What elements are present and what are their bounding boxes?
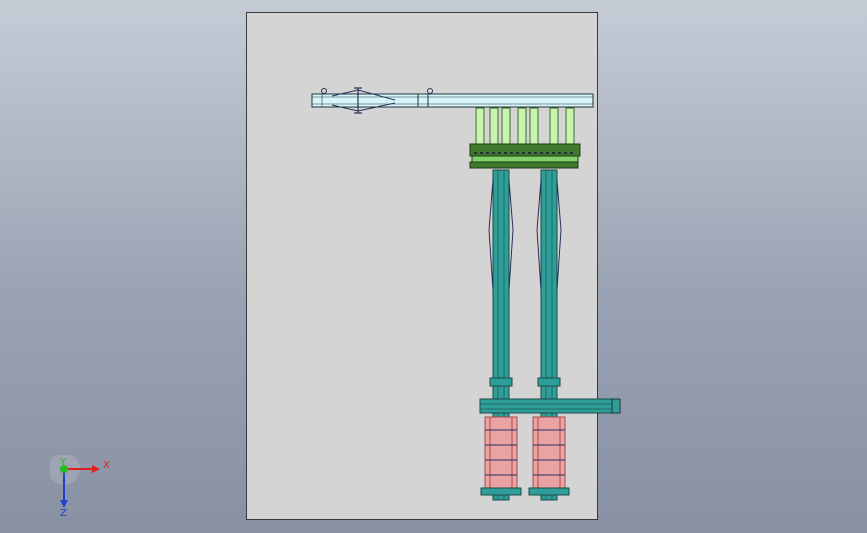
guide-posts <box>475 107 575 145</box>
coordinate-triad: X Y Z <box>50 455 110 517</box>
right-cylinder[interactable] <box>528 416 570 496</box>
graphics-viewport[interactable]: X Y Z <box>0 0 867 533</box>
left-cylinder[interactable] <box>480 416 522 496</box>
platform[interactable] <box>469 143 581 169</box>
x-axis-label: X <box>103 460 110 471</box>
lower-beam[interactable] <box>479 398 621 414</box>
assembly-model[interactable] <box>0 0 867 533</box>
top-beam[interactable] <box>311 93 594 108</box>
y-axis-label: Y <box>59 457 67 468</box>
z-axis-label: Z <box>60 508 67 517</box>
